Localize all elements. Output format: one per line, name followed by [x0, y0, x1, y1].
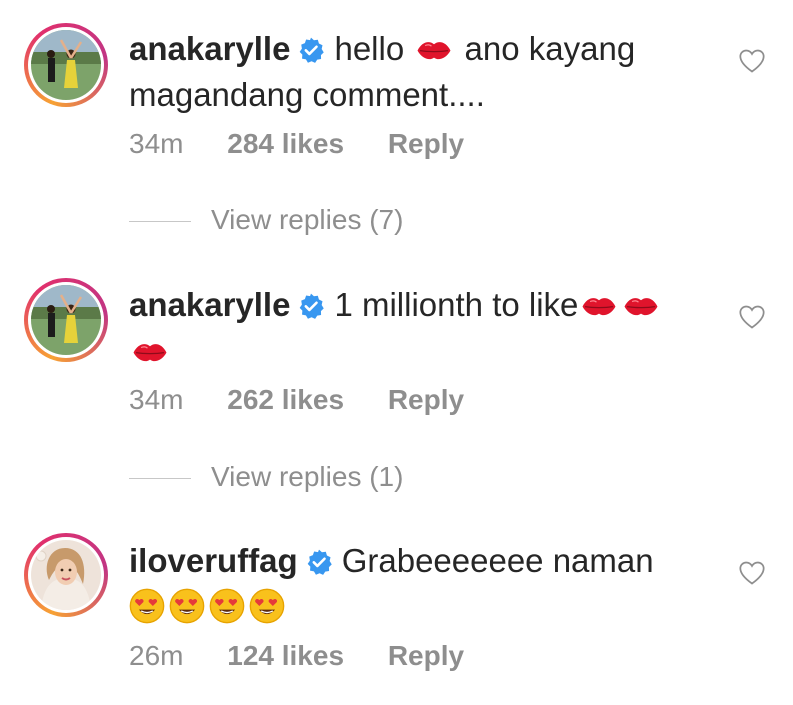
comment-text: iloveruffag Grabeeeeeee naman	[129, 538, 719, 630]
comment-username[interactable]: iloveruffag	[129, 542, 298, 579]
view-replies-button[interactable]: View replies (1)	[129, 461, 403, 493]
reply-button[interactable]: Reply	[388, 128, 464, 160]
comment-time: 26m	[129, 640, 184, 671]
kiss-mark-icon	[580, 294, 618, 318]
view-replies-label: View replies (7)	[211, 204, 404, 235]
comment-meta: 34m 284 likes Reply	[129, 128, 500, 160]
heart-eyes-icon	[209, 588, 245, 624]
comment-meta: 26m 124 likes Reply	[129, 640, 500, 672]
like-heart-icon[interactable]	[738, 304, 766, 330]
comment-text: anakarylle 1 millionth to like	[129, 282, 719, 374]
avatar[interactable]	[24, 533, 108, 617]
kiss-mark-icon	[622, 294, 660, 318]
comment-body: ano kayang	[464, 30, 636, 67]
verified-badge-icon	[306, 549, 332, 575]
like-heart-icon[interactable]	[738, 560, 766, 586]
likes-count[interactable]: 284 likes	[227, 128, 344, 160]
comment-meta: 34m 262 likes Reply	[129, 384, 500, 416]
reply-button[interactable]: Reply	[388, 640, 464, 672]
likes-count[interactable]: 262 likes	[227, 384, 344, 416]
kiss-mark-icon	[415, 38, 453, 62]
comment-username[interactable]: anakarylle	[129, 286, 290, 323]
verified-badge-icon	[298, 293, 324, 319]
comment-body: Grabeeeeeee naman	[341, 542, 654, 579]
comment-body: hello	[334, 30, 405, 67]
heart-eyes-icon	[249, 588, 285, 624]
replies-divider	[129, 221, 191, 223]
comment-text: anakarylle hello ano kayang magandang com…	[129, 26, 719, 118]
view-replies-button[interactable]: View replies (7)	[129, 204, 403, 236]
kiss-mark-icon	[131, 340, 169, 364]
comment-body: 1 millionth to like	[334, 286, 579, 323]
comment-username[interactable]: anakarylle	[129, 30, 290, 67]
comment-time: 34m	[129, 384, 184, 415]
verified-badge-icon	[298, 37, 324, 63]
avatar[interactable]	[24, 23, 108, 107]
replies-divider	[129, 478, 191, 480]
avatar[interactable]	[24, 278, 108, 362]
likes-count[interactable]: 124 likes	[227, 640, 344, 672]
reply-button[interactable]: Reply	[388, 384, 464, 416]
comment-body: magandang comment....	[129, 76, 485, 113]
heart-eyes-icon	[129, 588, 165, 624]
heart-eyes-icon	[169, 588, 205, 624]
view-replies-label: View replies (1)	[211, 461, 404, 492]
comment-time: 34m	[129, 128, 184, 159]
like-heart-icon[interactable]	[738, 48, 766, 74]
